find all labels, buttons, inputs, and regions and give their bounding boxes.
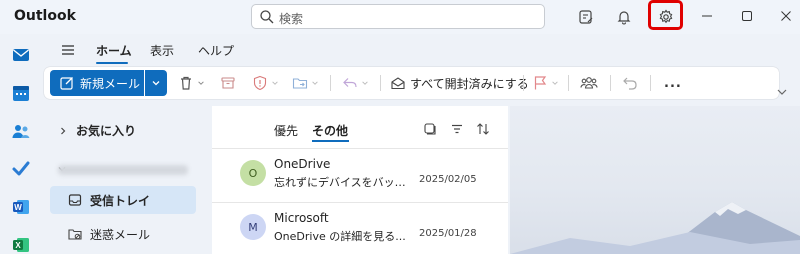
svg-text:X: X — [15, 241, 21, 250]
folder-move-icon — [292, 78, 308, 89]
select-icon[interactable] — [423, 122, 437, 136]
toolbar-divider — [568, 75, 569, 91]
new-mail-label: 新規メール — [80, 76, 141, 91]
list-item[interactable]: M Microsoft OneDrive の詳細を見る... 2025/01/2… — [212, 202, 508, 254]
hamburger-icon[interactable] — [60, 42, 76, 58]
new-mail-dropdown[interactable] — [145, 70, 167, 96]
toolbar-divider — [650, 75, 651, 91]
delete-button[interactable] — [178, 73, 205, 93]
search-placeholder: 検索 — [279, 12, 304, 26]
account-name-redacted — [58, 165, 188, 175]
active-filter-indicator — [312, 140, 349, 142]
word-app-icon[interactable]: W — [8, 194, 34, 220]
chevron-down-icon — [198, 81, 204, 85]
toolbar-divider — [523, 75, 524, 91]
more-label: ... — [664, 75, 682, 91]
archive-icon — [221, 77, 235, 89]
app-rail: W X — [0, 34, 42, 254]
filter-icon[interactable] — [450, 122, 464, 136]
chevron-down-icon — [362, 81, 368, 85]
folder-inbox[interactable]: 受信トレイ — [50, 186, 196, 214]
tab-view[interactable]: 表示 — [150, 42, 174, 59]
search-icon — [260, 10, 274, 24]
background-landscape — [510, 202, 800, 254]
move-button[interactable] — [292, 73, 319, 93]
chevron-right-icon — [61, 127, 66, 134]
command-bar: 新規メール すべて開封済みにする ... — [44, 67, 779, 99]
gear-icon[interactable] — [655, 6, 677, 28]
trash-icon — [181, 76, 191, 90]
envelope-open-icon — [391, 77, 405, 90]
toolbar-divider — [330, 75, 331, 91]
reading-pane — [510, 106, 800, 254]
svg-text:W: W — [14, 203, 22, 212]
calendar-app-icon[interactable] — [8, 80, 34, 106]
inbox-icon — [68, 194, 82, 206]
mail-app-icon[interactable] — [8, 42, 34, 68]
favorites-label: お気に入り — [76, 124, 137, 138]
reply-icon — [343, 78, 357, 88]
shield-icon — [253, 75, 267, 91]
new-mail-button[interactable]: 新規メール — [50, 70, 144, 96]
chevron-down-icon[interactable] — [776, 86, 788, 98]
tab-other[interactable]: その他 — [312, 122, 348, 139]
undo-button[interactable] — [622, 73, 638, 93]
message-sender: OneDrive — [274, 157, 331, 171]
minimize-button[interactable] — [695, 5, 719, 27]
folder-label: 迷惑メール — [90, 227, 151, 242]
more-options-button[interactable]: ... — [664, 73, 682, 93]
note-icon[interactable] — [575, 6, 597, 28]
reply-button[interactable] — [342, 73, 369, 93]
close-button[interactable] — [774, 5, 798, 27]
sort-icon[interactable] — [476, 122, 490, 136]
search-box[interactable]: 検索 — [251, 4, 545, 29]
message-subject: 忘れずにデバイスをバックアップ... — [274, 176, 414, 189]
report-button[interactable] — [252, 73, 279, 93]
list-item[interactable]: O OneDrive 忘れずにデバイスをバックアップ... 2025/02/05 — [212, 148, 508, 200]
maximize-button[interactable] — [735, 5, 759, 27]
favorites-section[interactable]: お気に入り — [58, 122, 136, 139]
junk-folder-icon — [68, 229, 82, 240]
tab-focused[interactable]: 優先 — [274, 122, 298, 139]
mark-all-read-label: すべて開封済みにする — [410, 76, 529, 91]
tab-home[interactable]: ホーム — [96, 42, 132, 59]
app-title: Outlook — [14, 8, 76, 24]
avatar: O — [240, 160, 266, 186]
title-bar: Outlook 検索 — [0, 0, 800, 34]
message-list: 優先 その他 O OneDrive 忘れずにデバイスをバックアップ... 202… — [212, 106, 508, 254]
message-date: 2025/02/05 — [419, 174, 477, 185]
archive-button[interactable] — [220, 73, 236, 93]
excel-app-icon[interactable]: X — [8, 232, 34, 254]
chevron-down-icon — [272, 81, 278, 85]
tab-help[interactable]: ヘルプ — [198, 42, 234, 59]
people-app-icon[interactable] — [8, 118, 34, 144]
mark-all-read-button[interactable]: すべて開封済みにする — [390, 73, 529, 93]
flag-button[interactable] — [532, 73, 559, 93]
toolbar-divider — [380, 75, 381, 91]
todo-app-icon[interactable] — [8, 156, 34, 182]
message-subject: OneDrive の詳細を見る... — [274, 230, 406, 243]
toolbar-divider — [610, 75, 611, 91]
flag-icon — [534, 76, 547, 90]
message-date: 2025/01/28 — [419, 228, 477, 239]
bell-icon[interactable] — [613, 6, 635, 28]
chevron-down-icon — [152, 81, 160, 86]
menu-tabs: ホーム 表示 ヘルプ — [44, 35, 792, 65]
groups-icon — [580, 77, 598, 89]
ribbon: ホーム 表示 ヘルプ 新規メール すべて開封済みにする ... — [44, 35, 792, 101]
folder-label: 受信トレイ — [90, 193, 151, 208]
avatar: M — [240, 214, 266, 240]
chevron-down-icon — [312, 81, 318, 85]
undo-icon — [623, 77, 637, 90]
chevron-down-icon — [552, 81, 558, 85]
compose-icon — [60, 77, 73, 90]
folder-junk[interactable]: 迷惑メール — [50, 220, 196, 248]
message-sender: Microsoft — [274, 211, 329, 225]
active-tab-indicator — [96, 62, 128, 64]
folder-pane: お気に入り 受信トレイ 迷惑メール — [44, 106, 210, 254]
groups-button[interactable] — [580, 73, 598, 93]
